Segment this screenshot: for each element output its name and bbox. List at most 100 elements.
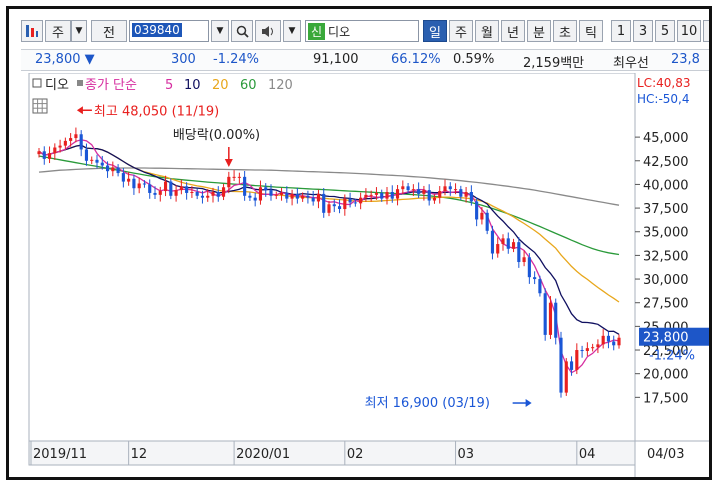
candlestick-chart[interactable]: 45,000 42,500 40,000 37,500 35,000 32,500 30,0… [21,72,712,480]
code-dropdown-icon[interactable]: ▼ [211,20,229,42]
candle [237,176,241,178]
candle [121,173,125,182]
candle [401,186,405,190]
candle [469,191,473,202]
candle [359,197,363,204]
candle [253,197,257,201]
new-badge: 신 [308,22,326,40]
quote-amount: 2,159백만 [523,56,585,71]
candle [427,190,431,201]
candle [100,162,104,166]
search-icon[interactable] [231,20,253,42]
y-tick-label: 45,000 [643,131,689,146]
candle [79,134,83,150]
speaker-icon[interactable] [255,20,281,42]
candle [543,293,547,335]
candle [496,244,500,254]
interval-10[interactable]: 10 [677,20,701,42]
x-tick-label: 12 [131,447,148,462]
y-tick-label: 17,500 [643,391,689,406]
candle [390,191,394,199]
candle [506,238,510,249]
timeframe-6[interactable]: 틱 [579,20,603,42]
timeframe-2[interactable]: 월 [475,20,499,42]
stock-code-input[interactable]: 039840 [129,20,209,42]
candle [501,238,505,245]
x-tick-label: 03 [458,447,475,462]
candle [380,192,384,199]
quote-last: 23,8 [671,52,700,67]
chart-tools-icon[interactable] [21,20,43,42]
candle [464,191,468,197]
timeframe-5[interactable]: 초 [553,20,577,42]
legend-item-1: 5 [165,78,173,93]
candle [432,197,437,201]
candle [511,242,516,249]
timeframe-4[interactable]: 분 [527,20,551,42]
candle [301,195,305,199]
period-dropdown-icon[interactable]: ▼ [71,20,87,42]
timeframe-3[interactable]: 년 [501,20,525,42]
speaker-dropdown-icon[interactable]: ▼ [283,20,301,42]
candle [206,195,210,198]
candle [564,361,568,393]
x-tick-label: 04 [579,447,596,462]
candle [279,192,284,195]
hc-label: HC:-50,4 [637,92,690,106]
candle [406,186,410,191]
candle [42,151,46,159]
y-tick-label: 27,500 [643,297,689,312]
dividend-annotation: 배당락(0.00%) [173,128,260,143]
candle [596,344,600,348]
candle [580,350,584,352]
timeframe-1[interactable]: 주 [449,20,473,42]
candle [517,242,521,263]
x-tick-label: 02 [347,447,364,462]
legend-marker-icon [77,80,83,86]
candle [274,194,278,196]
y-tick-label: 32,500 [643,249,689,264]
candle [612,341,616,346]
interval-3[interactable]: 3 [633,20,653,42]
candle [322,193,326,213]
candle [63,140,67,146]
candle [111,167,115,172]
candle [84,149,89,161]
candle [527,257,531,278]
chart-area: 45,000 42,500 40,000 37,500 35,000 32,500 30,0… [21,72,712,480]
candle [533,277,537,280]
quote-change: 300 [171,52,196,67]
candle [116,167,120,174]
candle [185,186,189,193]
quote-change-pct: -1.24% [213,52,259,67]
candle [448,186,452,190]
last-pct-label: -1.24% [649,349,695,364]
interval-2[interactable]: 2 [703,20,709,42]
x-tick-label: 2020/01 [236,447,290,462]
interval-1[interactable]: 1 [611,20,631,42]
x-right-label: 04/03 [647,447,684,462]
x-tick-label: 2019/11 [33,447,87,462]
period-select[interactable]: 주 [45,20,71,42]
legend-item-5: 120 [268,78,293,93]
prev-button[interactable]: 전 [91,20,127,42]
candle [290,193,294,199]
candle [337,206,342,210]
candle [311,197,315,202]
candle [554,302,558,338]
candle [422,190,426,194]
candle [385,191,389,199]
legend-item-4: 60 [240,78,257,93]
y-tick-label: 20,000 [643,368,689,383]
plot-area [28,72,636,442]
stock-name-input[interactable]: 신 디오 [305,20,419,42]
candle [285,192,289,199]
interval-5[interactable]: 5 [655,20,675,42]
legend-item-3: 20 [212,78,229,93]
legend-stock: 디오 [45,78,69,93]
candle [58,145,62,148]
grid-icon[interactable] [32,98,48,114]
candle [459,189,463,197]
legend-item-0: 종가 단순 [85,78,137,93]
timeframe-0[interactable]: 일 [423,20,447,42]
